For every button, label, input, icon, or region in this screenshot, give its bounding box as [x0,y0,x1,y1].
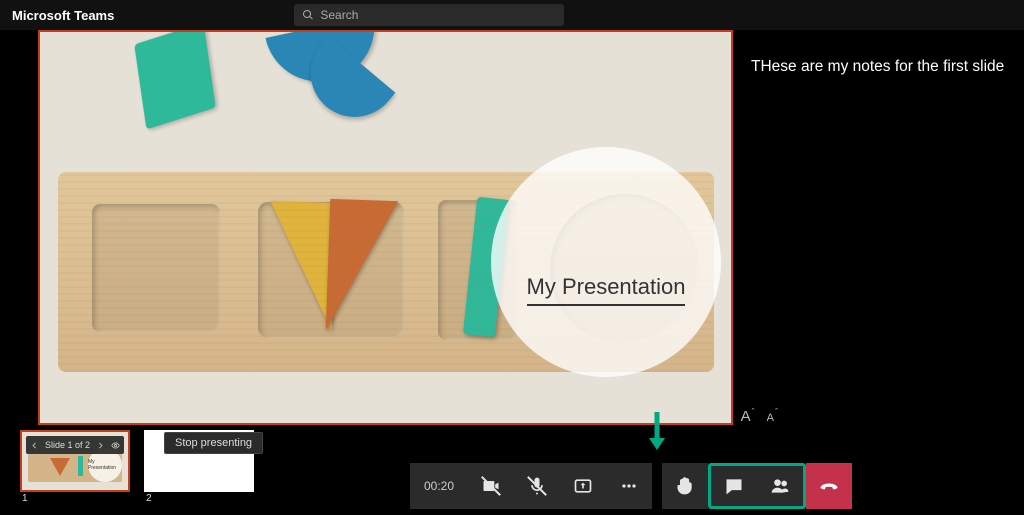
chevron-left-icon[interactable] [30,441,39,450]
search-placeholder: Search [320,8,358,22]
more-actions-button[interactable] [606,463,652,509]
slide-title-disc: My Presentation [491,147,721,377]
slide-thumbnail-1[interactable]: My Presentation Slide 1 of 2 1 [20,430,130,492]
participants-button[interactable] [757,463,803,509]
annotation-arrow-icon [645,410,669,459]
chat-button[interactable] [711,463,757,509]
hang-up-icon [819,476,839,496]
chat-icon [724,476,744,496]
presentation-stage: My Presentation THese are my notes for t… [0,30,1024,435]
notes-font-size-controls: A A [741,408,778,425]
camera-toggle-button[interactable] [468,463,514,509]
app-title: Microsoft Teams [12,8,114,23]
slide-counter: Slide 1 of 2 [45,440,90,450]
search-icon [302,9,314,21]
leave-call-button[interactable] [806,463,852,509]
ellipsis-icon [619,476,639,496]
mic-toggle-button[interactable] [514,463,560,509]
slide-title: My Presentation [527,274,686,306]
current-slide[interactable]: My Presentation [38,30,733,425]
presenter-notes-pane: THese are my notes for the first slide [733,30,1024,435]
stop-presenting-button[interactable]: Stop presenting [164,432,263,454]
eye-icon[interactable] [111,441,120,450]
decrease-font-button[interactable]: A [767,412,778,424]
raise-hand-button[interactable] [662,463,708,509]
chevron-right-icon[interactable] [96,441,105,450]
hand-icon [675,476,695,496]
increase-font-button[interactable]: A [741,408,755,425]
presenter-notes-text: THese are my notes for the first slide [751,58,1012,76]
thumbnail-number: 1 [22,493,28,504]
share-tray-icon [573,476,593,496]
call-duration: 00:20 [410,479,468,493]
meeting-control-bar: 00:20 [410,463,852,509]
share-screen-button[interactable] [560,463,606,509]
slide-navigator-overlay: Slide 1 of 2 [26,436,124,454]
thumbnail-number: 2 [146,493,152,504]
highlighted-controls-group [708,463,806,509]
people-icon [770,476,790,496]
title-bar: Microsoft Teams Search [0,0,1024,30]
search-input[interactable]: Search [294,4,564,26]
